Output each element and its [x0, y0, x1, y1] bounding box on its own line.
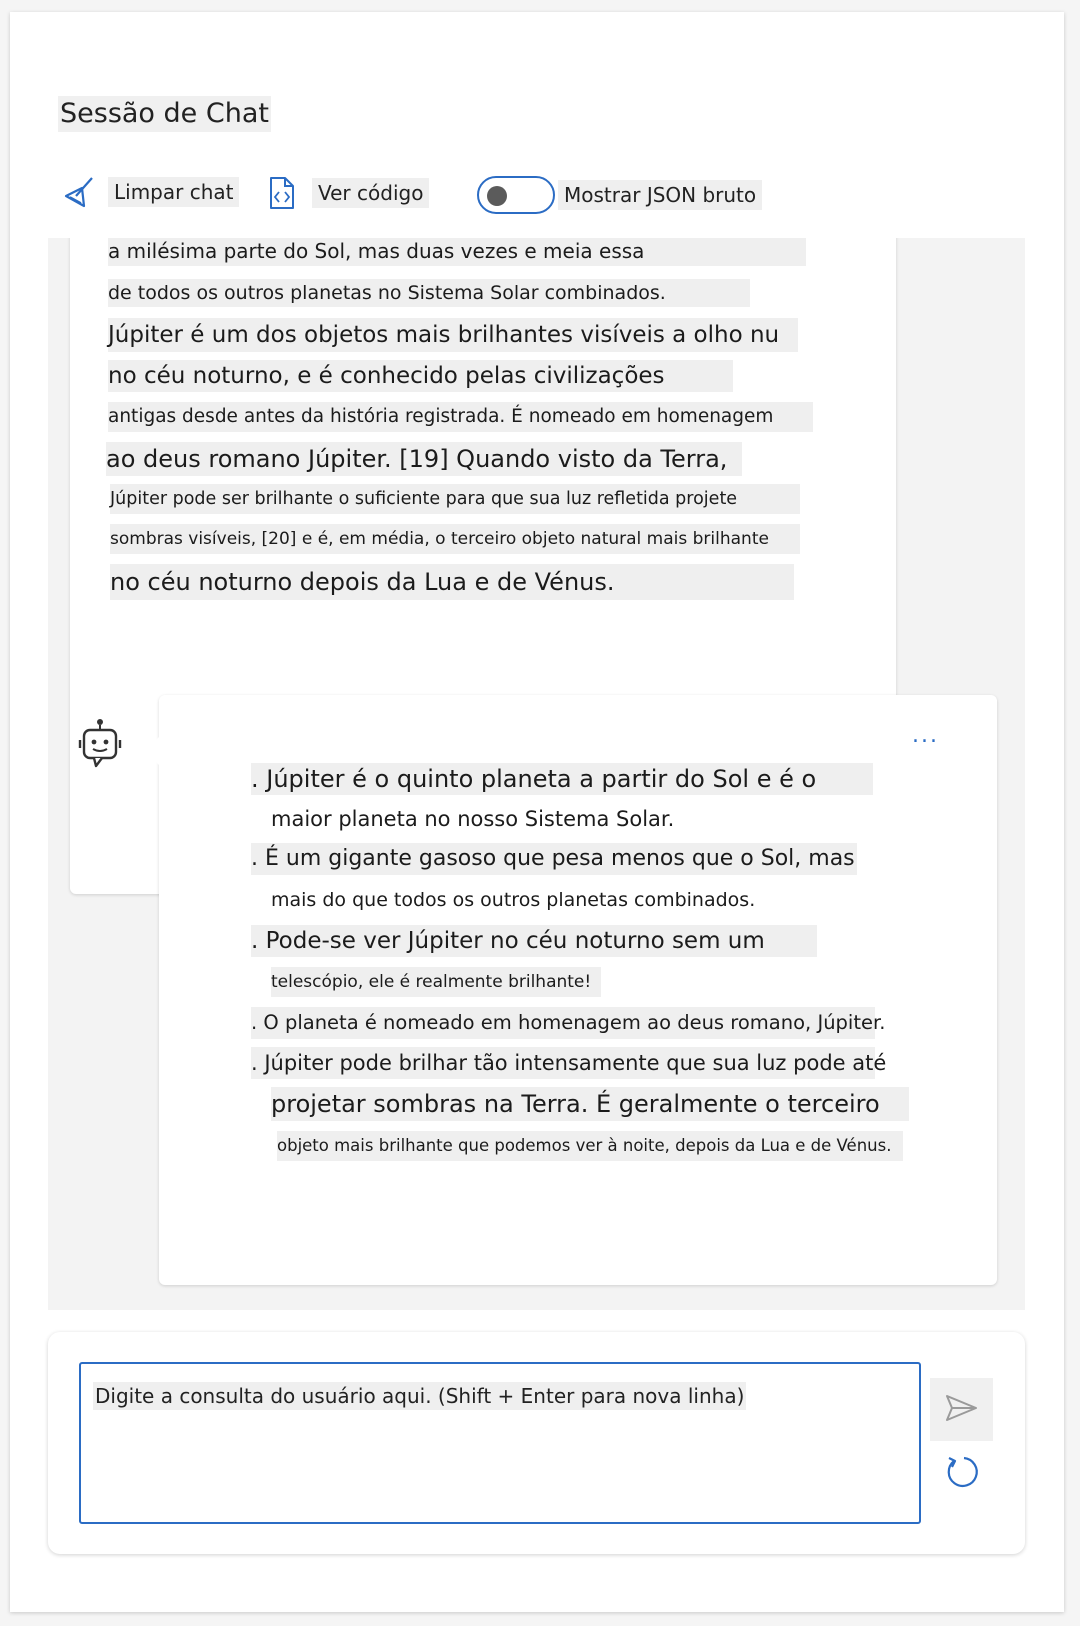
message-line: telescópio, ele é realmente brilhante!: [271, 967, 601, 997]
raw-json-label-wrap: Mostrar JSON bruto: [558, 180, 763, 210]
clear-chat-button[interactable]: Limpar chat: [62, 176, 240, 208]
message-line: de todos os outros planetas no Sistema S…: [108, 279, 750, 307]
code-file-icon: [268, 176, 296, 210]
toggle-knob: [487, 186, 507, 206]
clear-chat-label: Limpar chat: [108, 177, 240, 207]
broom-icon: [62, 176, 98, 208]
message-line: no céu noturno, e é conhecido pelas civi…: [108, 360, 733, 392]
refresh-icon: [944, 1454, 980, 1494]
message-line: maior planeta no nosso Sistema Solar.: [271, 807, 675, 831]
message-line: objeto mais brilhante que podemos ver à …: [277, 1131, 903, 1161]
message-line: mais do que todos os outros planetas com…: [271, 889, 756, 911]
message-line: . O planeta é nomeado em homenagem ao de…: [251, 1007, 885, 1039]
message-line: antigas desde antes da história registra…: [108, 402, 813, 432]
raw-json-label: Mostrar JSON bruto: [558, 180, 763, 210]
message-line: . Pode-se ver Júpiter no céu noturno sem…: [251, 925, 817, 957]
message-line: ao deus romano Júpiter. [19] Quando vist…: [106, 442, 742, 476]
message-line: . Júpiter pode brilhar tão intensamente …: [251, 1047, 886, 1079]
message-line: Júpiter é um dos objetos mais brilhantes…: [108, 318, 798, 352]
input-placeholder: Digite a consulta do usuário aqui. (Shif…: [93, 1382, 747, 1410]
message-line: . É um gigante gasoso que pesa menos que…: [251, 843, 857, 875]
chat-history[interactable]: a milésima parte do Sol, mas duas vezes …: [48, 238, 1025, 1310]
message-line: projetar sombras na Terra. É geralmente …: [271, 1087, 909, 1121]
view-code-label: Ver código: [312, 178, 430, 208]
page-title: Sessão de Chat: [58, 96, 271, 132]
user-query-input[interactable]: Digite a consulta do usuário aqui. (Shif…: [79, 1362, 921, 1524]
new-chat-button[interactable]: [940, 1452, 984, 1496]
message-line: sombras visíveis, [20] e é, em média, o …: [110, 524, 800, 554]
message-line: a milésima parte do Sol, mas duas vezes …: [108, 238, 806, 266]
more-options-button[interactable]: ...: [912, 723, 939, 748]
message-line: Júpiter pode ser brilhante o suficiente …: [110, 484, 800, 514]
assistant-avatar-icon: [78, 718, 122, 776]
send-button[interactable]: [930, 1378, 993, 1441]
view-code-button[interactable]: Ver código: [268, 176, 430, 210]
raw-json-toggle[interactable]: [477, 176, 555, 214]
assistant-message: ... . Júpiter é o quinto planeta a parti…: [145, 695, 997, 1285]
message-line: no céu noturno depois da Lua e de Vénus.: [110, 564, 794, 600]
message-line: . Júpiter é o quinto planeta a partir do…: [251, 763, 873, 795]
send-icon: [945, 1393, 979, 1427]
composer: Digite a consulta do usuário aqui. (Shif…: [48, 1332, 1025, 1554]
